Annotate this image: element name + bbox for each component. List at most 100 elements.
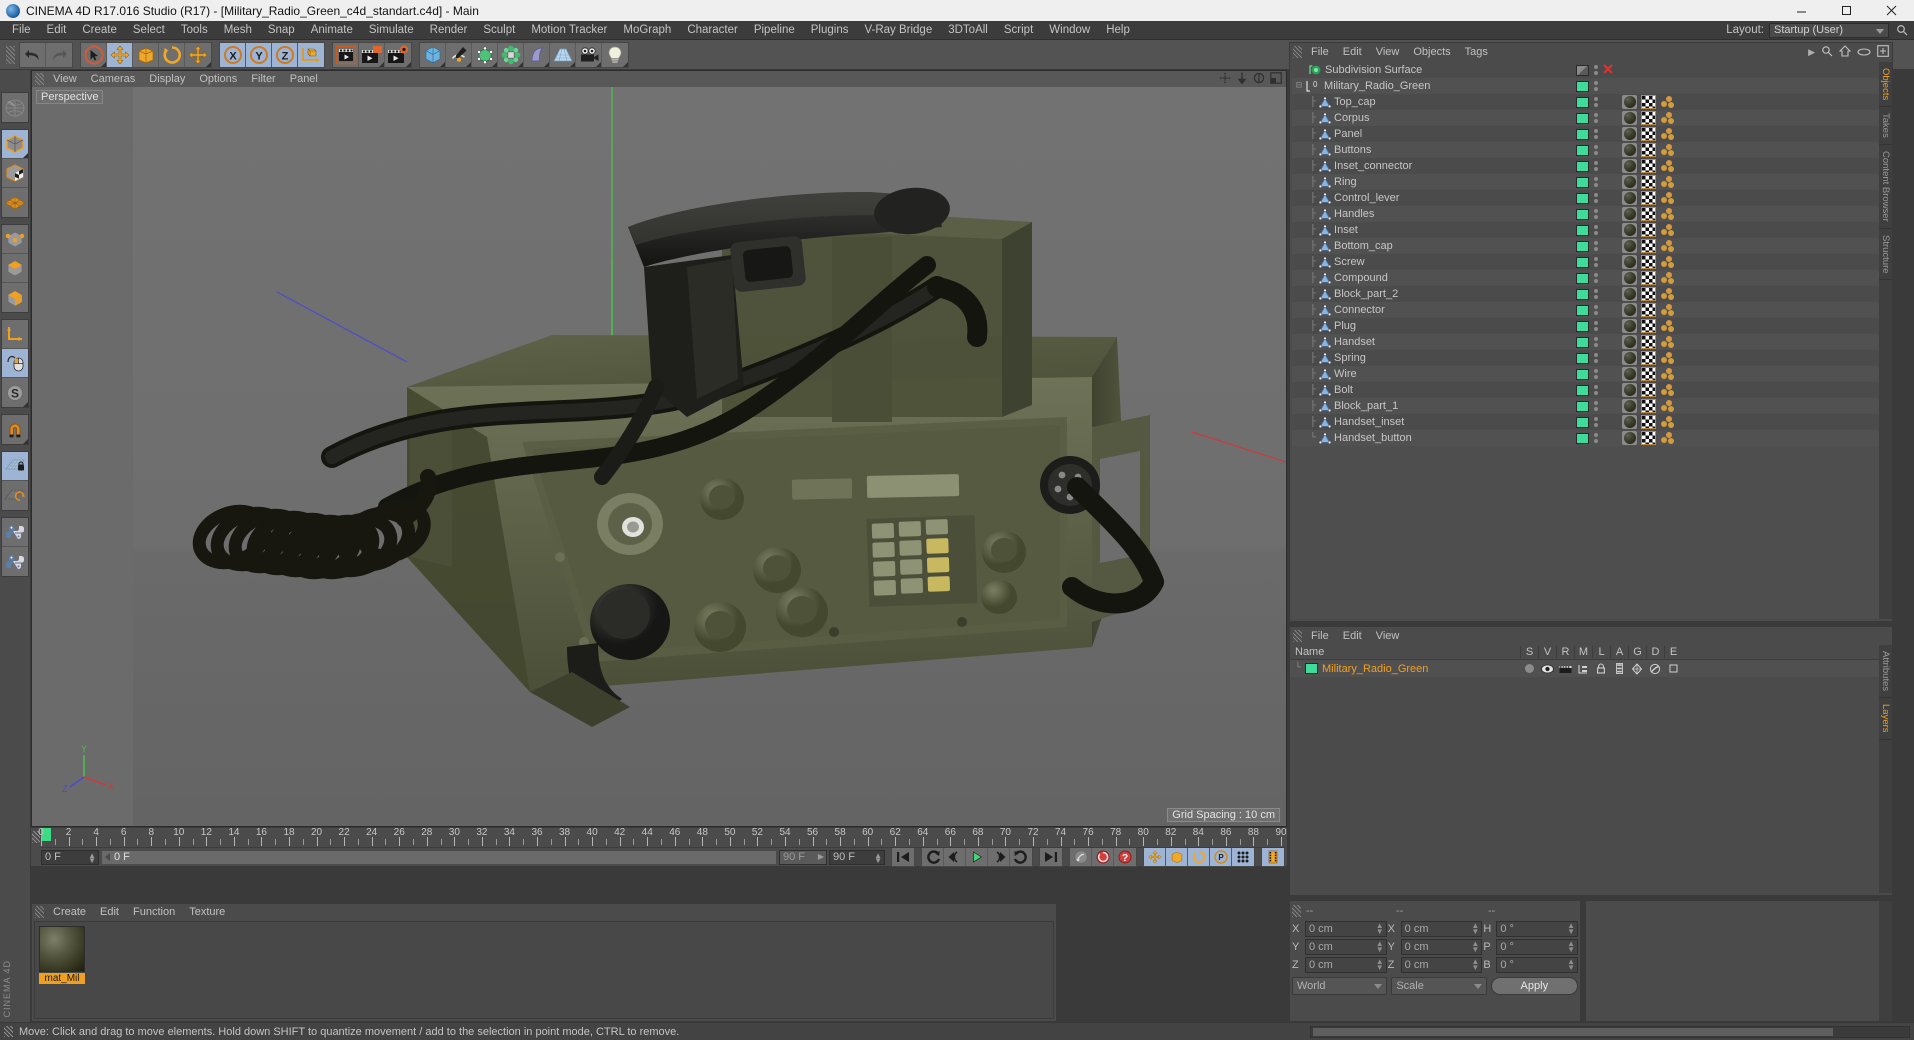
spinner-icon[interactable]: ▲ ▼ (874, 851, 882, 864)
pan-icon[interactable] (1219, 72, 1231, 84)
object-tags[interactable] (1622, 351, 1676, 365)
material-tag-icon[interactable] (1622, 159, 1637, 173)
visibility-dots[interactable] (1594, 225, 1598, 235)
phong-tag-icon[interactable] (1660, 367, 1676, 381)
record-active-objects-button[interactable] (1092, 848, 1114, 866)
python-generator-button[interactable] (2, 547, 28, 576)
add-nurbs-button[interactable] (472, 42, 498, 67)
visibility-dots[interactable] (1594, 129, 1598, 139)
add-cube-button[interactable] (420, 42, 446, 67)
scrollbar-thumb[interactable] (1313, 1027, 1833, 1036)
object-row[interactable]: ├ Inset_connector (1292, 158, 1890, 174)
phong-tag-icon[interactable] (1660, 143, 1676, 157)
object-row[interactable]: ├ Block_part_1 (1292, 398, 1890, 414)
material-tag-icon[interactable] (1622, 335, 1637, 349)
uvw-tag-icon[interactable] (1641, 303, 1656, 317)
object-axis-mode-button[interactable] (2, 320, 28, 349)
layer-name-cell[interactable]: └ Military_Radio_Green (1290, 663, 1520, 675)
coordinates-drag-handle[interactable] (1292, 904, 1301, 917)
layer-color-swatch[interactable] (1576, 160, 1589, 172)
object-name-cell[interactable]: ├ Block_part_1 (1292, 400, 1576, 412)
menu-item-mograph[interactable]: MoGraph (615, 21, 679, 40)
render-view-button[interactable] (333, 42, 359, 67)
layer-color-swatch[interactable] (1576, 128, 1589, 140)
layer-lock-toggle[interactable] (1592, 663, 1610, 674)
visibility-dots[interactable] (1594, 305, 1598, 315)
apply-button[interactable]: Apply (1490, 977, 1578, 995)
material-tag-icon[interactable] (1622, 271, 1637, 285)
uvw-tag-icon[interactable] (1641, 127, 1656, 141)
object-row[interactable]: ├ Wire (1292, 366, 1890, 382)
live-selection-button[interactable] (81, 42, 107, 67)
material-menu-function[interactable]: Function (126, 906, 182, 918)
visibility-controls[interactable] (1576, 80, 1616, 92)
object-menu-objects[interactable]: Objects (1406, 46, 1457, 58)
previous-key-button[interactable] (922, 848, 944, 866)
object-row[interactable]: ├ Block_part_2 (1292, 286, 1890, 302)
tool-options-corner[interactable] (544, 61, 549, 67)
visibility-controls[interactable] (1576, 416, 1616, 428)
material-menu-texture[interactable]: Texture (182, 906, 232, 918)
spinner-icon[interactable]: ▲ ▼ (1471, 922, 1479, 936)
add-deformer-button[interactable] (524, 42, 550, 67)
parameter-key-button[interactable]: P (1210, 848, 1232, 866)
current-frame-field[interactable]: 0 F ▲ ▼ (41, 849, 99, 865)
object-tags[interactable] (1622, 303, 1676, 317)
object-name-cell[interactable]: ├ Connector (1292, 304, 1576, 316)
visibility-dots[interactable] (1594, 81, 1598, 91)
rotation-p-field[interactable]: 0 ° ▲ ▼ (1496, 939, 1578, 955)
visibility-dots[interactable] (1594, 401, 1598, 411)
phong-tag-icon[interactable] (1660, 191, 1676, 205)
layer-col-g[interactable]: G (1628, 645, 1646, 658)
tool-options-corner[interactable] (23, 153, 28, 158)
tool-options-corner[interactable] (570, 61, 575, 67)
visibility-controls[interactable] (1576, 63, 1616, 77)
layer-color-swatch[interactable] (1576, 400, 1589, 412)
tool-options-corner[interactable] (101, 61, 106, 67)
material-manager-drag-handle[interactable] (35, 906, 44, 918)
next-key-button[interactable] (1010, 848, 1032, 866)
layer-render-toggle[interactable] (1556, 664, 1574, 674)
phong-tag-icon[interactable] (1660, 319, 1676, 333)
layer-deformers-toggle[interactable] (1646, 663, 1664, 675)
object-row[interactable]: ├ Bolt (1292, 382, 1890, 398)
layer-col-r[interactable]: R (1556, 645, 1574, 658)
lock-workplane-button[interactable] (2, 452, 28, 481)
object-tags[interactable] (1622, 207, 1676, 221)
object-row[interactable]: ├ Bottom_cap (1292, 238, 1890, 254)
menu-item-3dtoall[interactable]: 3DToAll (940, 21, 996, 40)
phong-tag-icon[interactable] (1660, 223, 1676, 237)
layer-color-swatch[interactable] (1576, 144, 1589, 156)
layer-color-swatch[interactable] (1576, 208, 1589, 220)
material-tag-icon[interactable] (1622, 191, 1637, 205)
spinner-icon[interactable]: ▲ ▼ (1376, 940, 1384, 954)
object-row[interactable]: └ Handset_button (1292, 430, 1890, 446)
rotation-h-field[interactable]: 0 ° ▲ ▼ (1496, 921, 1578, 937)
layer-col-d[interactable]: D (1646, 645, 1664, 658)
go-to-start-button[interactable] (892, 848, 914, 866)
side-tab-structure[interactable]: Structure (1879, 229, 1892, 281)
visibility-controls[interactable] (1576, 208, 1616, 220)
step-back-button[interactable] (944, 848, 966, 866)
object-tree[interactable]: Subdivision Surface ⊟ 0 Military_Radio_Gree… (1292, 62, 1890, 619)
object-row[interactable]: ├ Ring (1292, 174, 1890, 190)
menu-item-motion-tracker[interactable]: Motion Tracker (523, 21, 615, 40)
maximize-button[interactable] (1824, 0, 1869, 21)
material-preview-icon[interactable] (39, 926, 85, 972)
object-row[interactable]: ├ Screw (1292, 254, 1890, 270)
visibility-dots[interactable] (1594, 177, 1598, 187)
material-tag-icon[interactable] (1622, 239, 1637, 253)
material-tag-icon[interactable] (1622, 175, 1637, 189)
object-name-cell[interactable]: ├ Corpus (1292, 112, 1576, 124)
uvw-tag-icon[interactable] (1641, 191, 1656, 205)
more-chevron-icon[interactable]: ▶ (1808, 47, 1815, 58)
add-floor-button[interactable] (550, 42, 576, 67)
menu-item-mesh[interactable]: Mesh (216, 21, 260, 40)
menu-item-help[interactable]: Help (1098, 21, 1138, 40)
slider-handle-icon[interactable] (105, 853, 110, 861)
uvw-tag-icon[interactable] (1641, 175, 1656, 189)
layer-color-swatch[interactable] (1576, 256, 1589, 268)
size-x-field[interactable]: 0 cm ▲ ▼ (1400, 921, 1483, 937)
autokeying-button[interactable] (1070, 848, 1092, 866)
object-row[interactable]: ├ Panel (1292, 126, 1890, 142)
